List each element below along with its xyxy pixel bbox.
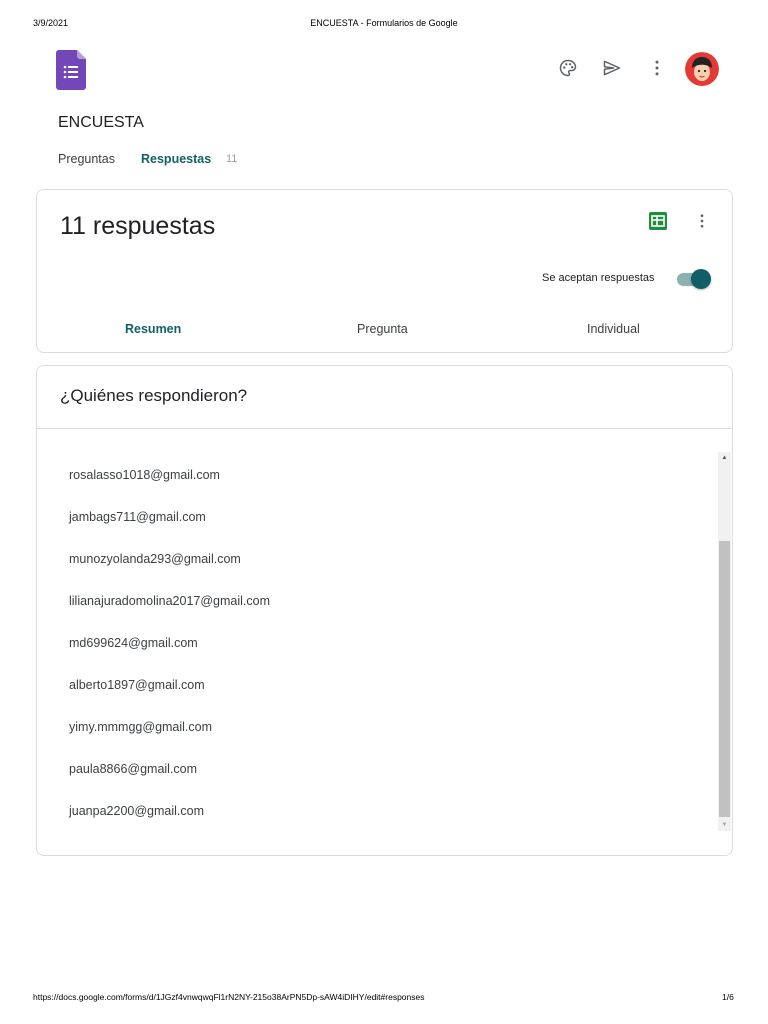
accepting-responses-toggle[interactable] [675,268,713,290]
list-item: alberto1897@gmail.com [69,678,205,692]
toggle-knob [691,269,711,289]
tab-pregunta[interactable]: Pregunta [357,322,408,336]
respondents-list: rosalasso1018@gmail.com jambags711@gmail… [69,468,709,846]
form-title[interactable]: ENCUESTA [58,114,144,132]
print-url: https://docs.google.com/forms/d/1JGzf4vn… [33,992,425,1002]
respondents-title: ¿Quiénes respondieron? [60,386,248,405]
print-page-number: 1/6 [722,992,734,1002]
more-vert-icon[interactable] [692,210,712,232]
responses-count-badge: 11 [226,153,238,165]
palette-icon[interactable] [556,56,580,80]
list-item: yimy.mmmgg@gmail.com [69,720,213,734]
responses-count-heading: 11 respuestas [60,212,216,240]
tab-preguntas[interactable]: Preguntas [58,152,115,166]
tab-individual[interactable]: Individual [587,322,640,336]
forms-logo-icon[interactable] [56,50,86,90]
respondents-card: ¿Quiénes respondieron? rosalasso1018@gma… [36,365,733,856]
list-item: md699624@gmail.com [69,636,198,650]
divider [37,428,732,429]
tab-respuestas[interactable]: Respuestas [141,152,211,166]
list-item: paula8866@gmail.com [69,762,198,776]
print-title: ENCUESTA - Formularios de Google [310,18,458,28]
sheets-icon[interactable] [649,212,667,230]
send-icon[interactable] [600,56,624,80]
scroll-up-arrow-icon[interactable]: ▲ [718,452,731,464]
tab-resumen[interactable]: Resumen [125,322,181,336]
list-item: munozyolanda293@gmail.com [69,552,241,566]
list-item: rosalasso1018@gmail.com [69,468,220,482]
print-header: 3/9/2021 ENCUESTA - Formularios de Googl… [0,18,768,32]
list-item: lilianajuradomolina2017@gmail.com [69,594,270,608]
print-footer: https://docs.google.com/forms/d/1JGzf4vn… [0,992,768,1006]
avatar[interactable] [685,52,719,86]
scrollbar[interactable]: ▲ ▼ [718,452,731,831]
list-item: jambags711@gmail.com [69,510,206,524]
more-vert-icon[interactable] [645,56,669,80]
scroll-down-arrow-icon[interactable]: ▼ [718,819,731,831]
scrollbar-thumb[interactable] [719,541,730,817]
responses-summary-card: 11 respuestas Se aceptan respuestas Resu… [36,189,733,353]
app-bar [0,48,768,92]
list-item: juanpa2200@gmail.com [69,804,204,818]
accepting-responses-label: Se aceptan respuestas [542,272,655,284]
